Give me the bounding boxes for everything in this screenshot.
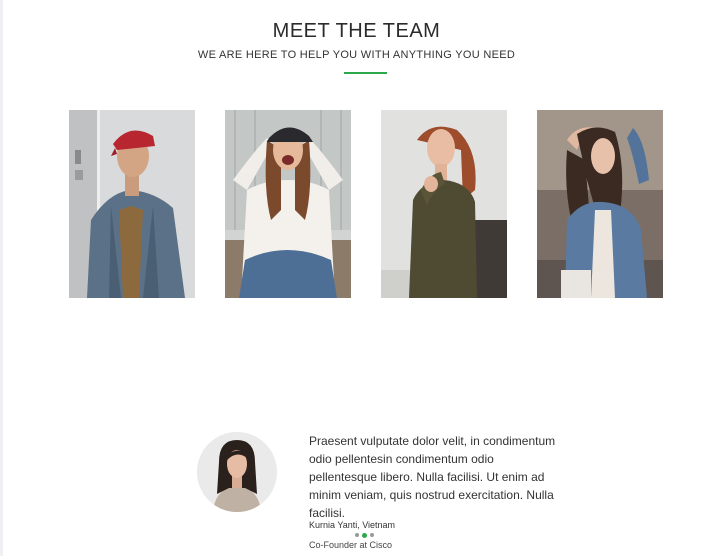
testimonial-quote: Praesent vulputate dolor velit, in condi… [309,434,556,520]
testimonial-avatar [197,432,277,512]
woman-portrait-avatar [197,432,277,512]
woman-olive-sweater-photo [381,110,507,298]
woman-black-cap-laughing-photo [225,110,351,298]
testimonial-author: Kurnia Yanti, Vietnam [309,520,396,530]
man-red-cap-denim-jacket-photo [69,110,195,298]
page-left-border [0,0,3,556]
testimonial-role: Co-Founder at Cisco [309,540,393,550]
team-member-photo-2[interactable] [225,110,351,298]
section-title: MEET THE TEAM [272,20,441,42]
carousel-dot-3[interactable] [370,533,374,537]
woman-denim-jacket-photo [537,110,663,298]
team-member-photo-4[interactable] [537,110,663,298]
carousel-dot-2[interactable] [362,532,367,538]
section-subtitle: WE ARE HERE TO HELP YOU WITH ANYTHING YO… [197,49,516,61]
team-section-header: MEET THE TEAM WE ARE HERE TO HELP YOU WI… [0,20,713,61]
carousel-dot-1[interactable] [355,533,359,537]
team-member-photo-1[interactable] [69,110,195,298]
title-accent-divider [344,72,387,74]
carousel-pagination [355,532,374,538]
team-member-photo-3[interactable] [381,110,507,298]
